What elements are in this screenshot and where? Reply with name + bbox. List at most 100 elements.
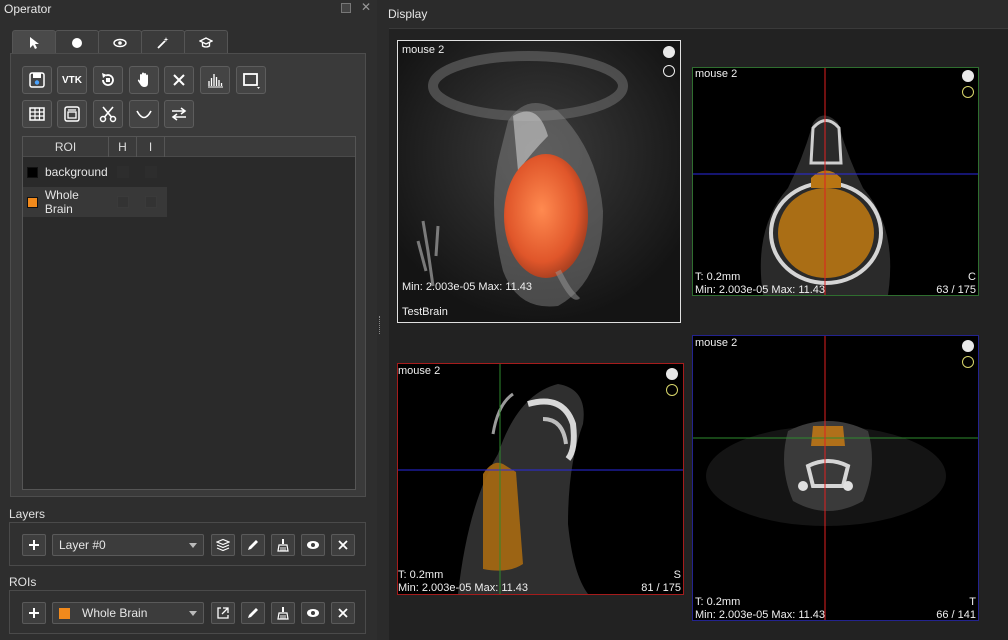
eye-icon <box>307 609 319 617</box>
view-indicator-filled[interactable] <box>663 46 675 58</box>
roi-color-swatch[interactable] <box>27 166 38 178</box>
layout-icon <box>64 106 80 122</box>
add-layer-button[interactable] <box>22 534 46 556</box>
view-indicator-outline[interactable] <box>962 356 974 368</box>
view-transverse[interactable]: mouse 2 T: 0.2mm Min: 2.003e-05 Max: 11.… <box>692 335 979 621</box>
plus-icon <box>29 608 39 618</box>
orientation-label: T <box>969 596 976 608</box>
view-indicator-outline[interactable] <box>962 86 974 98</box>
export-roi-button[interactable] <box>211 602 235 624</box>
roi-column-header[interactable]: ROI <box>23 137 109 157</box>
dataset-label: TestBrain <box>402 306 448 318</box>
pan-button[interactable] <box>129 66 159 94</box>
slice-label: 81 / 175 <box>641 582 681 594</box>
rois-label: ROIs <box>9 575 37 589</box>
broom-icon <box>277 607 289 620</box>
rotate-button[interactable] <box>93 66 123 94</box>
float-panel-button[interactable] <box>341 3 351 13</box>
view-indicator-outline[interactable] <box>666 384 678 396</box>
pencil-icon <box>248 608 258 618</box>
layer-select-value: Layer #0 <box>59 538 106 552</box>
tab-graduation[interactable] <box>184 30 228 54</box>
roi-color-swatch[interactable] <box>27 196 38 208</box>
view-indicator-outline[interactable] <box>663 65 675 77</box>
h-column-header[interactable]: H <box>109 137 137 157</box>
operator-title: Operator <box>4 2 52 16</box>
pointer-icon <box>30 36 39 49</box>
rectangle-icon <box>243 73 260 89</box>
roi-hide-checkbox[interactable] <box>117 166 129 178</box>
transverse-slice-image <box>693 336 978 620</box>
plus-icon <box>29 540 39 550</box>
graduation-cap-icon <box>199 36 213 48</box>
roi-table-header: ROI H I <box>23 137 355 157</box>
tab-pointer[interactable] <box>12 30 56 54</box>
hand-icon <box>137 72 148 87</box>
roi-lock-checkbox[interactable] <box>145 166 157 178</box>
histogram-button[interactable] <box>200 66 230 94</box>
view-indicator-filled[interactable] <box>962 340 974 352</box>
table-row[interactable]: background <box>23 157 355 187</box>
slice-label: 66 / 141 <box>936 609 976 621</box>
disk-icon <box>29 72 45 88</box>
clear-button[interactable] <box>164 66 194 94</box>
minmax-label: Min: 2.003e-05 Max: 11.43 <box>398 582 529 594</box>
table-icon <box>29 107 45 121</box>
roi-hide-checkbox[interactable] <box>117 196 129 208</box>
view-name-label: mouse 2 <box>695 68 738 80</box>
clean-roi-button[interactable] <box>271 602 295 624</box>
vtk-button[interactable]: VTK <box>57 66 87 94</box>
swap-button[interactable] <box>164 100 194 128</box>
curve-button[interactable] <box>129 100 159 128</box>
vtk-label: VTK <box>62 74 82 86</box>
edit-layer-button[interactable] <box>241 534 265 556</box>
magic-wand-icon <box>157 36 169 49</box>
clean-layer-button[interactable] <box>271 534 295 556</box>
view-coronal[interactable]: mouse 2 T: 0.2mm Min: 2.003e-05 Max: 11.… <box>692 67 979 296</box>
table-button[interactable] <box>22 100 52 128</box>
thickness-label: T: 0.2mm <box>695 596 741 608</box>
eye-icon <box>307 541 319 549</box>
chevron-down-icon <box>189 543 197 548</box>
layer-stack-button[interactable] <box>211 534 235 556</box>
layout-button[interactable] <box>57 100 87 128</box>
roi-select-color-swatch <box>59 607 70 619</box>
tab-magic-wand[interactable] <box>141 30 185 54</box>
tab-eye[interactable] <box>98 30 142 54</box>
pencil-icon <box>248 540 258 550</box>
close-panel-button[interactable]: ✕ <box>359 0 373 14</box>
roi-name: Whole Brain <box>44 188 79 216</box>
layers-icon <box>216 538 230 552</box>
table-row[interactable]: Whole Brain <box>23 187 167 217</box>
roi-select[interactable]: Whole Brain <box>52 602 204 624</box>
toggle-layer-visibility-button[interactable] <box>301 534 325 556</box>
load-volume-button[interactable] <box>22 66 52 94</box>
layers-section: Layer #0 <box>9 522 366 566</box>
orientation-label: C <box>968 271 976 283</box>
external-link-icon <box>217 607 229 619</box>
delete-roi-button[interactable] <box>331 602 355 624</box>
layer-select[interactable]: Layer #0 <box>52 534 204 556</box>
operator-tabs <box>12 30 228 54</box>
minmax-label: Min: 2.003e-05 Max: 11.43 <box>402 281 533 293</box>
panel-splitter[interactable] <box>379 316 382 334</box>
i-column-header[interactable]: I <box>137 137 165 157</box>
roi-name: background <box>45 165 108 179</box>
view-3d[interactable]: mouse 2 Min: 2.003e-05 Max: 11.43 TestBr… <box>397 40 681 323</box>
close-icon <box>173 74 185 86</box>
view-sagittal[interactable]: mouse 2 T: 0.2mm Min: 2.003e-05 Max: 11.… <box>397 363 684 595</box>
thickness-label: T: 0.2mm <box>695 271 741 283</box>
view-indicator-filled[interactable] <box>962 70 974 82</box>
roi-lock-checkbox[interactable] <box>145 196 157 208</box>
histogram-icon <box>208 74 223 88</box>
shape-select-button[interactable] <box>236 66 266 94</box>
slice-label: 63 / 175 <box>936 284 976 296</box>
coronal-slice-image <box>693 68 978 295</box>
toggle-roi-visibility-button[interactable] <box>301 602 325 624</box>
delete-layer-button[interactable] <box>331 534 355 556</box>
tab-circle[interactable] <box>55 30 99 54</box>
edit-roi-button[interactable] <box>241 602 265 624</box>
view-indicator-filled[interactable] <box>666 368 678 380</box>
cut-button[interactable] <box>93 100 123 128</box>
add-roi-button[interactable] <box>22 602 46 624</box>
